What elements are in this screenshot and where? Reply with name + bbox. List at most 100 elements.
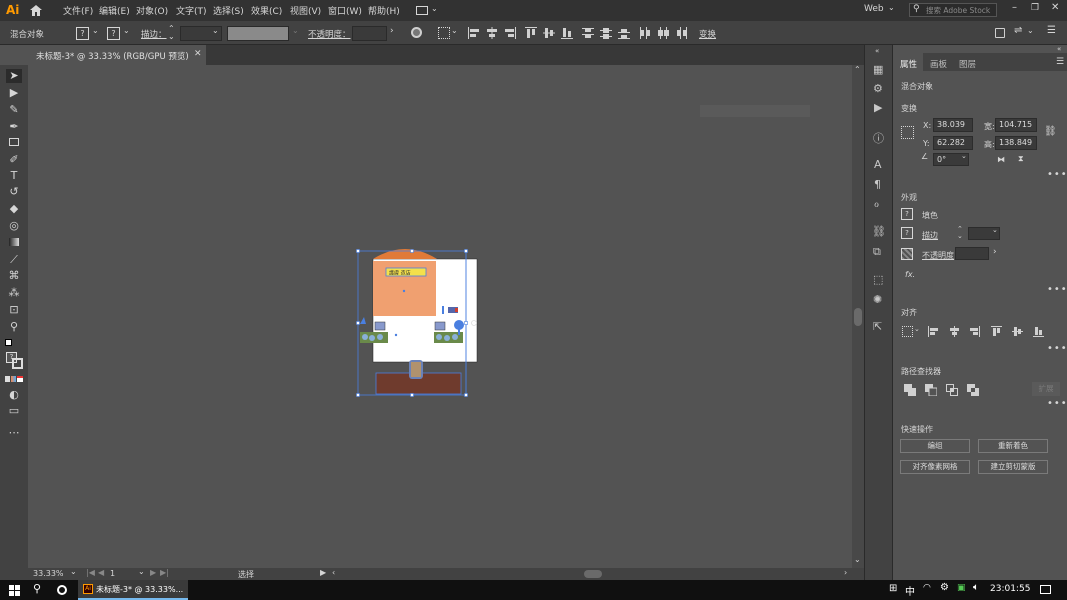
actions-icon[interactable]: ▶ xyxy=(874,101,882,114)
appearance-opacity-label[interactable]: 不透明度 xyxy=(922,250,954,261)
battery-icon[interactable]: ▣ xyxy=(957,583,966,593)
appearance-stroke-swatch[interactable]: ? xyxy=(901,227,913,239)
export-icon[interactable]: ⇱ xyxy=(873,320,882,333)
isolate-icon[interactable]: ⇌ xyxy=(1014,25,1022,36)
network-icon[interactable]: ◠ xyxy=(923,583,931,593)
unite-icon[interactable] xyxy=(904,384,916,396)
constrain-proportions-icon[interactable]: ⛓ xyxy=(1044,126,1057,137)
variable-width-profile[interactable] xyxy=(227,26,289,41)
rotate-tool[interactable]: ↺ xyxy=(6,185,22,199)
y-field[interactable]: 62.282 xyxy=(933,136,973,150)
taskbar-illustrator-item[interactable]: Ai 未标题-3* @ 33.33%... xyxy=(78,580,188,600)
align-horizontal-center-icon[interactable] xyxy=(486,27,498,39)
selection-tool[interactable]: ➤ xyxy=(6,69,22,83)
screen-mode-icon[interactable]: ▭ xyxy=(6,404,22,418)
zoom-tool[interactable]: ⚲ xyxy=(6,320,22,334)
zoom-level[interactable]: 33.33% xyxy=(33,569,64,578)
width-field[interactable]: 104.715 xyxy=(995,118,1037,132)
horizontal-scroll-thumb[interactable] xyxy=(584,570,602,578)
scroll-left-icon[interactable]: ‹ xyxy=(332,568,335,577)
cortana-icon[interactable] xyxy=(57,585,67,595)
chevron-down-icon[interactable]: ⌄ xyxy=(92,26,99,35)
chevron-down-icon[interactable]: ⌄ xyxy=(70,567,77,576)
transform-link[interactable]: 变换 xyxy=(699,28,716,40)
stroke-label[interactable]: 描边： xyxy=(141,28,167,40)
menu-edit[interactable]: 编辑(E) xyxy=(99,4,130,17)
align-more-options-icon[interactable]: ••• xyxy=(1047,343,1067,354)
tab-layers[interactable]: 图层 xyxy=(959,58,976,70)
volume-icon[interactable]: 🔈︎ xyxy=(973,582,979,593)
gradient-tool[interactable] xyxy=(6,236,22,250)
tab-artboards[interactable]: 画板 xyxy=(930,58,947,70)
eyedropper-tool[interactable]: ⟋ xyxy=(6,253,22,267)
collapse-panel-icon[interactable]: « xyxy=(1057,45,1061,53)
paragraph-icon[interactable]: ¶ xyxy=(874,178,881,191)
chevron-down-icon[interactable]: ⌄ xyxy=(212,26,219,35)
menu-help[interactable]: 帮助(H) xyxy=(368,4,400,17)
tab-properties-label[interactable]: 属性 xyxy=(900,58,917,70)
opentype-icon[interactable]: ℴ xyxy=(874,197,879,210)
x-field[interactable]: 38.039 xyxy=(933,118,973,132)
stock-search-field[interactable]: ⚲ 搜索 Adobe Stock xyxy=(909,3,997,17)
flip-vertical-icon[interactable]: ⧗ xyxy=(1018,154,1024,164)
windows-start-icon[interactable] xyxy=(9,585,20,596)
distribute-top-icon[interactable] xyxy=(582,27,594,39)
menu-view[interactable]: 视图(V) xyxy=(290,4,321,17)
vertical-scroll-thumb[interactable] xyxy=(854,308,862,326)
opacity-icon[interactable] xyxy=(901,248,913,260)
scroll-right-icon[interactable]: › xyxy=(844,568,847,577)
fx-button[interactable]: fx. xyxy=(905,270,915,279)
transform-more-options-icon[interactable]: ••• xyxy=(1047,169,1067,180)
navigator-icon[interactable]: ⬚ xyxy=(873,273,883,286)
chevron-right-icon[interactable]: › xyxy=(390,26,394,36)
align-top-icon[interactable] xyxy=(525,27,537,39)
scroll-up-icon[interactable]: ⌃ xyxy=(854,65,861,74)
distribute-bottom-icon[interactable] xyxy=(618,27,630,39)
height-field[interactable]: 138.849 xyxy=(995,136,1037,150)
align-to-icon[interactable] xyxy=(902,326,913,337)
arrange-documents-icon[interactable] xyxy=(416,6,428,15)
character-icon[interactable]: A xyxy=(874,158,882,171)
menu-object[interactable]: 对象(O) xyxy=(136,4,168,17)
status-menu-icon[interactable]: ▶ xyxy=(320,568,326,577)
group-button[interactable]: 编组 xyxy=(900,439,970,453)
shape-builder-tool[interactable]: ◎ xyxy=(6,219,22,233)
appearance-opacity-field[interactable] xyxy=(955,247,989,260)
links-icon[interactable]: ⛓ xyxy=(872,225,886,238)
close-icon[interactable]: ✕ xyxy=(1051,2,1059,13)
minus-front-icon[interactable] xyxy=(925,384,937,396)
fill-swatch[interactable]: ? xyxy=(76,27,89,40)
prev-artboard-icon[interactable]: ◀ xyxy=(98,568,104,577)
last-artboard-icon[interactable]: ▶| xyxy=(160,568,169,577)
menu-window[interactable]: 窗口(W) xyxy=(328,4,362,17)
menu-effect[interactable]: 效果(C) xyxy=(251,4,282,17)
panel-align-bottom-icon[interactable] xyxy=(1033,326,1044,337)
stroke-weight-stepper[interactable]: ⌃ ⌄ xyxy=(957,226,963,240)
appearance-fill-swatch[interactable]: ? xyxy=(901,208,913,220)
appearance-icon[interactable]: ✺ xyxy=(873,293,882,306)
align-vertical-center-icon[interactable] xyxy=(543,27,555,39)
notification-center-icon[interactable] xyxy=(1040,585,1051,594)
distribute-horizontal-center-icon[interactable] xyxy=(657,27,669,39)
collapse-panels-icon[interactable]: « xyxy=(875,47,879,55)
canvas-area[interactable]: 護膚 造店 xyxy=(28,65,864,568)
chevron-down-icon[interactable]: ⌄ xyxy=(138,567,145,576)
artboard-number[interactable]: 1 xyxy=(110,569,115,578)
panel-align-left-icon[interactable] xyxy=(928,326,939,337)
taskbar-search-icon[interactable]: ⚲ xyxy=(33,582,41,595)
menu-file[interactable]: 文件(F) xyxy=(63,4,93,17)
default-colors-icon[interactable] xyxy=(5,339,12,346)
paintbrush-tool[interactable]: ✐ xyxy=(6,153,22,167)
curvature-tool[interactable]: ✎ xyxy=(6,103,22,117)
stroke-color-swatch[interactable] xyxy=(12,358,23,369)
appearance-stroke-label[interactable]: 描边 xyxy=(922,230,938,241)
clock-time[interactable]: 23:01:55 xyxy=(990,584,1030,594)
asset-export-icon[interactable]: ⧉ xyxy=(873,245,881,259)
distribute-left-icon[interactable] xyxy=(639,27,651,39)
libraries-icon[interactable]: ▦ xyxy=(873,63,883,76)
panel-align-right-icon[interactable] xyxy=(969,326,980,337)
distribute-vertical-center-icon[interactable] xyxy=(600,27,612,39)
panel-align-vcenter-icon[interactable] xyxy=(1012,326,1023,337)
arrange-icon[interactable] xyxy=(995,28,1005,38)
settings-tray-icon[interactable]: ⚙ xyxy=(940,582,949,593)
